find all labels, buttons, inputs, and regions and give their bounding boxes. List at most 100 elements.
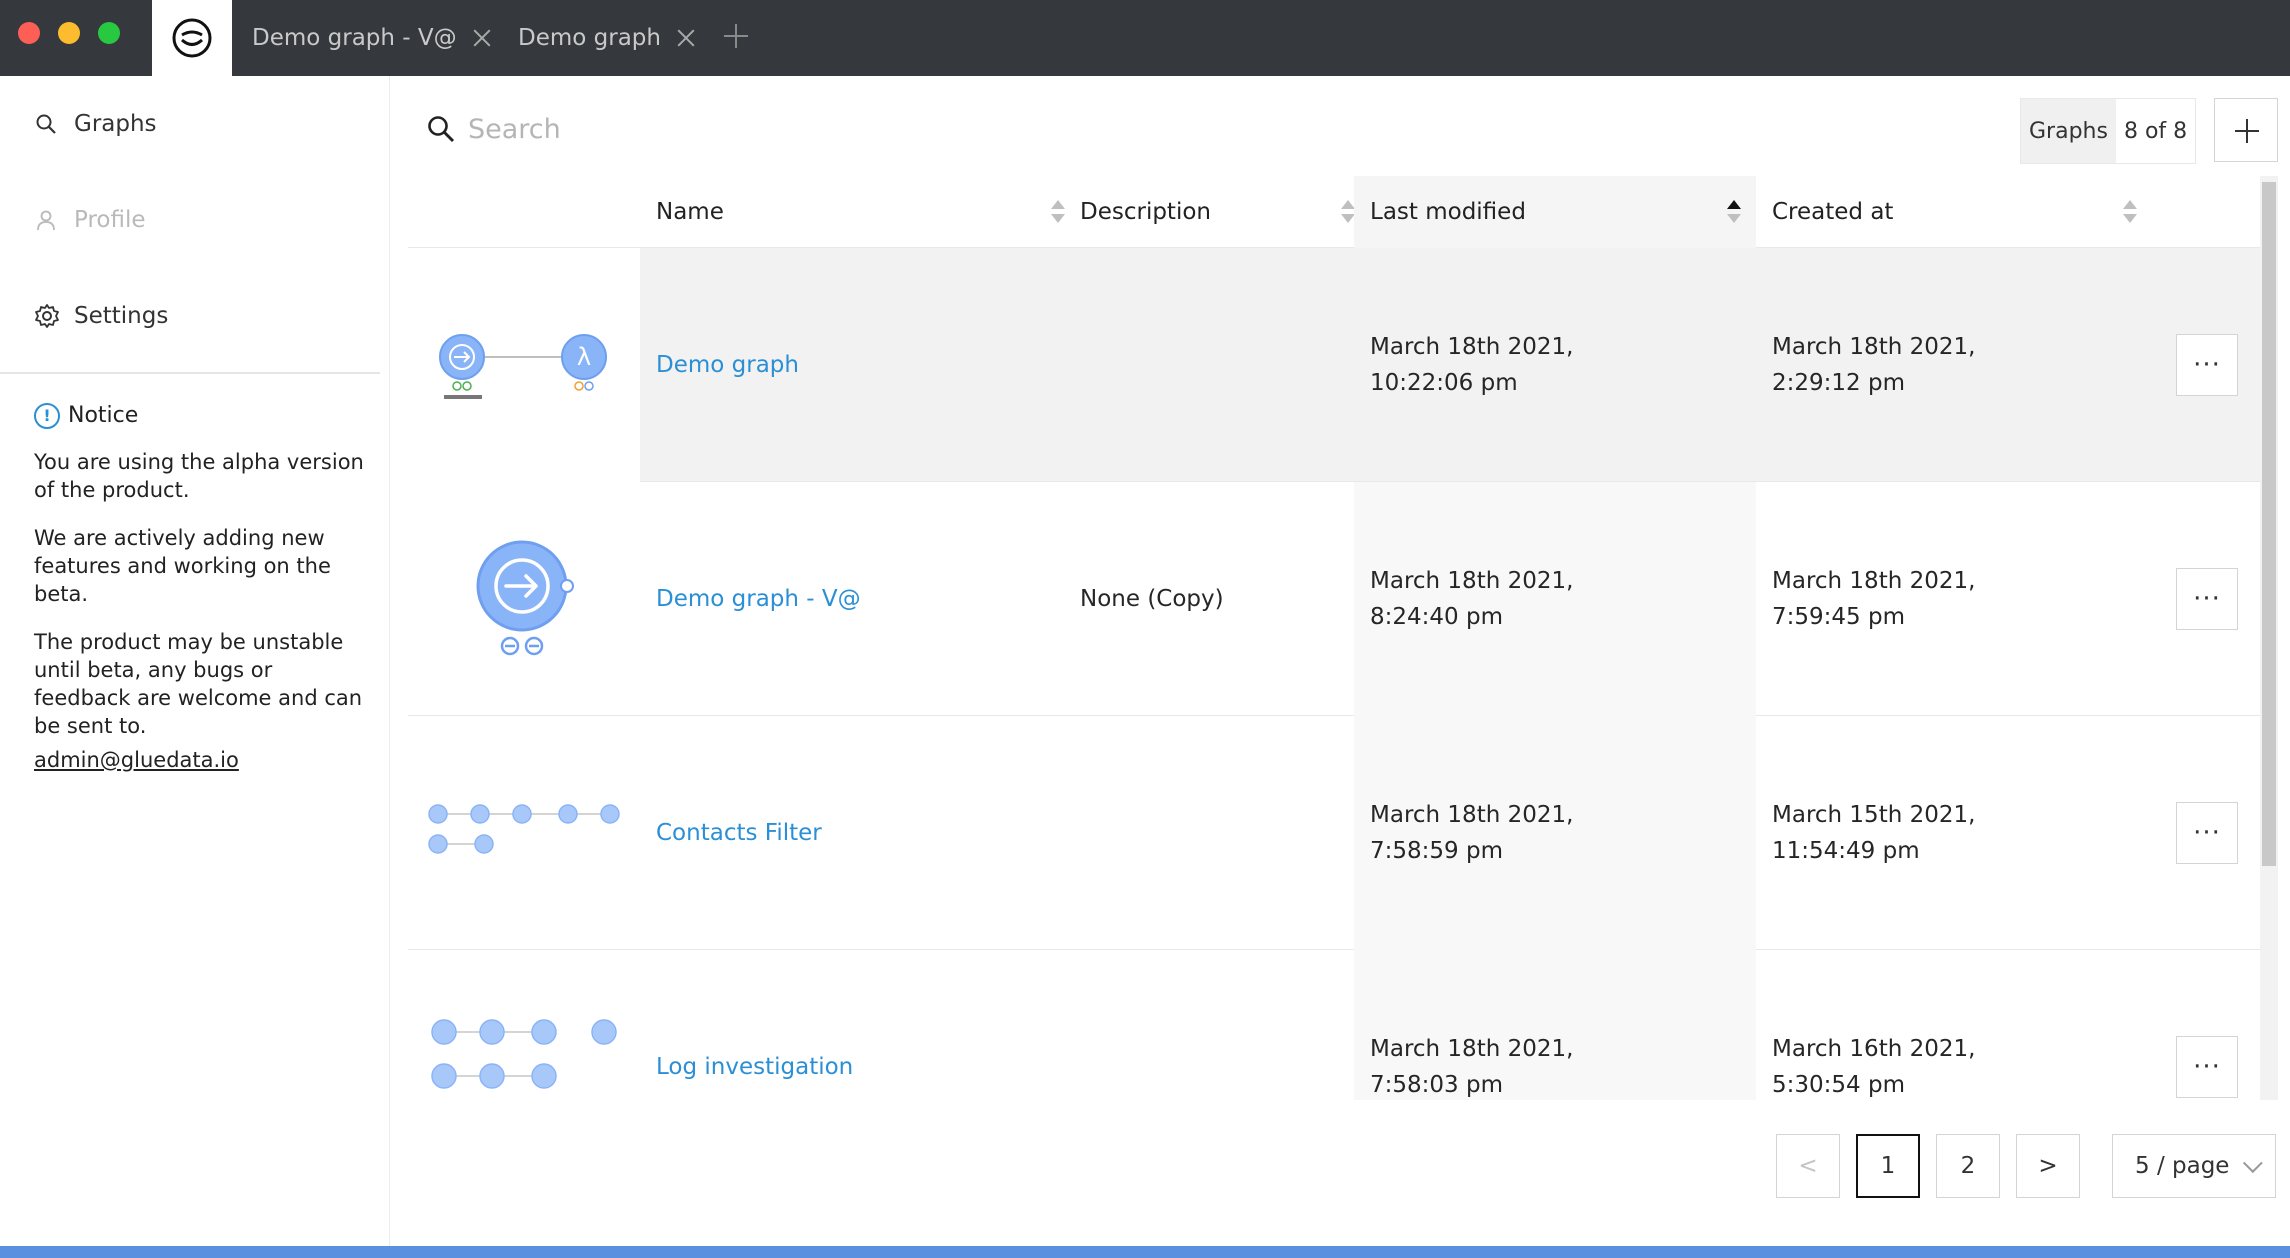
- prev-page-button[interactable]: <: [1776, 1134, 1840, 1198]
- column-header-name[interactable]: Name: [656, 176, 1080, 248]
- graph-thumbnail[interactable]: λ: [408, 248, 640, 482]
- page-2-button[interactable]: 2: [1936, 1134, 2000, 1198]
- time-text: 7:58:03 pm: [1370, 1072, 1503, 1098]
- more-actions-button[interactable]: ···: [2176, 568, 2238, 630]
- time-text: 11:54:49 pm: [1772, 838, 1920, 864]
- sidebar-item-graphs[interactable]: Graphs: [34, 104, 157, 144]
- title-bar: Demo graph - V@ Demo graph: [0, 0, 2290, 76]
- tab-label: Demo graph: [518, 25, 661, 51]
- time-text: 7:59:45 pm: [1772, 604, 1905, 630]
- graph-description: [1080, 950, 1354, 1100]
- column-label: Name: [656, 199, 724, 225]
- add-graph-button[interactable]: [2214, 98, 2278, 162]
- column-label: Last modified: [1370, 199, 1526, 225]
- page-1-button[interactable]: 1: [1856, 1134, 1920, 1198]
- graph-name-link[interactable]: Demo graph - V@: [656, 482, 1080, 716]
- column-label: Created at: [1772, 199, 1894, 225]
- graph-name-link[interactable]: Demo graph: [656, 248, 1080, 482]
- last-modified-cell: March 18th 2021, 8:24:40 pm: [1354, 482, 1756, 716]
- created-at-cell: March 18th 2021, 7:59:45 pm: [1756, 482, 2152, 716]
- column-header-last-modified[interactable]: Last modified: [1354, 176, 1756, 248]
- graph-preview-icon: λ: [439, 334, 607, 399]
- search-bar: [426, 106, 1326, 152]
- graph-count-label: Graphs: [2021, 99, 2116, 163]
- gear-icon: [34, 302, 74, 330]
- graph-preview-icon: [431, 1019, 617, 1089]
- search-input[interactable]: [468, 113, 1168, 145]
- sort-icon[interactable]: [2122, 200, 2138, 226]
- graph-preview-icon: [428, 804, 620, 854]
- graph-thumbnail[interactable]: [408, 716, 640, 950]
- graph-name-link[interactable]: Log investigation: [656, 950, 1080, 1100]
- info-icon: !: [34, 403, 60, 429]
- maximize-window-button[interactable]: [98, 22, 120, 44]
- close-tab-icon[interactable]: [473, 29, 491, 47]
- notice-header: ! Notice: [34, 402, 364, 430]
- search-icon: [428, 116, 455, 143]
- chevron-down-icon: [2243, 1153, 2264, 1174]
- tab-demo-graph-v[interactable]: Demo graph - V@: [252, 0, 491, 76]
- graph-preview-icon: [476, 540, 574, 656]
- time-text: 8:24:40 pm: [1370, 604, 1503, 630]
- time-text: 5:30:54 pm: [1772, 1072, 1905, 1098]
- created-at-cell: March 18th 2021, 2:29:12 pm: [1756, 248, 2152, 482]
- admin-email-link[interactable]: admin@gluedata.io: [34, 748, 239, 772]
- sidebar-item-settings[interactable]: Settings: [34, 296, 168, 336]
- tab-demo-graph[interactable]: Demo graph: [518, 0, 695, 76]
- date-text: March 16th 2021,: [1772, 1036, 1976, 1062]
- sidebar-divider: [0, 372, 380, 374]
- notice-text: The product may be unstable until beta, …: [34, 630, 363, 738]
- scrollbar-thumb[interactable]: [2262, 182, 2276, 866]
- search-icon: [34, 110, 74, 138]
- created-at-cell: March 16th 2021, 5:30:54 pm: [1756, 950, 2152, 1100]
- date-text: March 18th 2021,: [1370, 1036, 1574, 1062]
- table-header: Name Description Last modified Created a…: [408, 176, 2260, 248]
- date-text: March 15th 2021,: [1772, 802, 1976, 828]
- last-modified-cell: March 18th 2021, 7:58:03 pm: [1354, 950, 1756, 1100]
- graph-name-link[interactable]: Contacts Filter: [656, 716, 1080, 950]
- created-at-cell: March 15th 2021, 11:54:49 pm: [1756, 716, 2152, 950]
- sort-asc-icon[interactable]: [1726, 200, 1742, 226]
- more-actions-button[interactable]: ···: [2176, 334, 2238, 396]
- graph-thumbnail[interactable]: [408, 950, 640, 1100]
- time-text: 7:58:59 pm: [1370, 838, 1503, 864]
- bottom-accent-bar: [0, 1246, 2290, 1258]
- minimize-window-button[interactable]: [58, 22, 80, 44]
- table-row[interactable]: Demo graph - V@ None (Copy) March 18th 2…: [408, 482, 2260, 716]
- more-actions-button[interactable]: ···: [2176, 802, 2238, 864]
- sidebar-item-label: Settings: [74, 303, 169, 329]
- table-row[interactable]: Log investigation March 18th 2021, 7:58:…: [408, 950, 2260, 1100]
- user-icon: [34, 206, 74, 234]
- close-tab-icon[interactable]: [677, 29, 695, 47]
- app-home-tab[interactable]: [152, 0, 232, 76]
- table-row[interactable]: Contacts Filter March 18th 2021, 7:58:59…: [408, 716, 2260, 950]
- notice-text: You are using the alpha version of the p…: [34, 450, 364, 502]
- sidebar-item-profile[interactable]: Profile: [34, 200, 146, 240]
- next-page-button[interactable]: >: [2016, 1134, 2080, 1198]
- new-tab-plus-icon[interactable]: [722, 22, 750, 50]
- column-header-created-at[interactable]: Created at: [1756, 176, 2152, 248]
- date-text: March 18th 2021,: [1370, 568, 1574, 594]
- date-text: March 18th 2021,: [1772, 568, 1976, 594]
- app-logo-icon: [172, 18, 212, 58]
- notice-text: We are actively adding new features and …: [34, 526, 331, 606]
- notice-panel: ! Notice You are using the alpha version…: [34, 402, 364, 774]
- graph-description: [1080, 248, 1354, 482]
- date-text: March 18th 2021,: [1772, 334, 1976, 360]
- svg-text:λ: λ: [577, 343, 591, 371]
- sort-icon[interactable]: [1050, 200, 1066, 226]
- time-text: 2:29:12 pm: [1772, 370, 1905, 396]
- close-window-button[interactable]: [18, 22, 40, 44]
- page-size-select[interactable]: 5 / page: [2112, 1134, 2276, 1198]
- last-modified-cell: March 18th 2021, 10:22:06 pm: [1354, 248, 1756, 482]
- graphs-table: Name Description Last modified Created a…: [408, 176, 2260, 1100]
- table-row[interactable]: λ Demo graph March 18th 2021, 10:22:06 p…: [408, 248, 2260, 482]
- more-actions-button[interactable]: ···: [2176, 1036, 2238, 1098]
- graph-description: None (Copy): [1080, 586, 1224, 612]
- column-label: Description: [1080, 199, 1211, 225]
- column-header-description[interactable]: Description: [1080, 176, 1370, 248]
- graph-thumbnail[interactable]: [408, 482, 640, 716]
- table-scrollbar[interactable]: [2260, 176, 2278, 1100]
- sidebar-item-label: Graphs: [74, 111, 157, 137]
- date-text: March 18th 2021,: [1370, 802, 1574, 828]
